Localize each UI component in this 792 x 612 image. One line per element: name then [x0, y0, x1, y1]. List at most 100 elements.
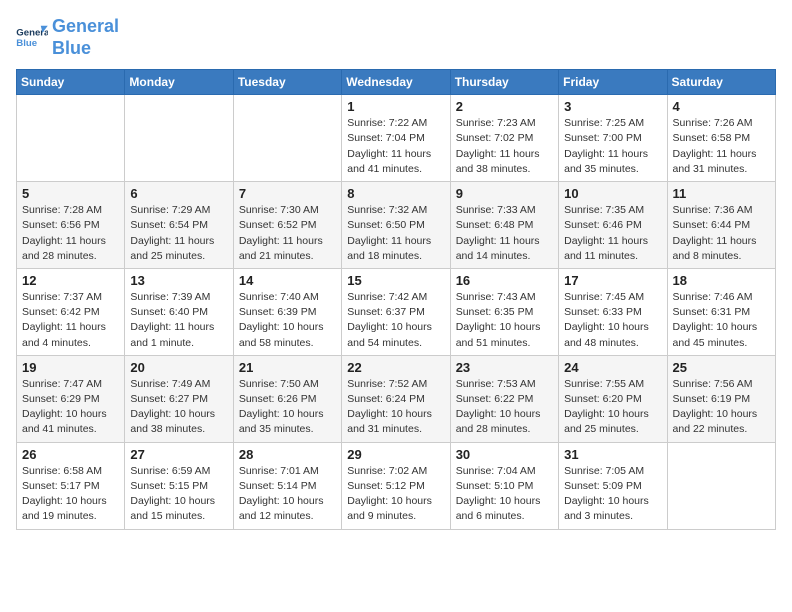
calendar-cell: 7 Sunrise: 7:30 AM Sunset: 6:52 PM Daylig…: [233, 182, 341, 269]
calendar-cell: [233, 95, 341, 182]
header-tuesday: Tuesday: [233, 70, 341, 95]
calendar-cell: 15 Sunrise: 7:42 AM Sunset: 6:37 PM Dayli…: [342, 268, 450, 355]
calendar-cell: 24 Sunrise: 7:55 AM Sunset: 6:20 PM Dayli…: [559, 355, 667, 442]
day-info: Sunrise: 7:56 AM Sunset: 6:19 PM Dayligh…: [673, 377, 770, 438]
day-number: 10: [564, 186, 661, 201]
day-number: 1: [347, 99, 444, 114]
day-number: 5: [22, 186, 119, 201]
day-number: 14: [239, 273, 336, 288]
logo-icon: General Blue: [16, 24, 48, 52]
calendar: SundayMondayTuesdayWednesdayThursdayFrid…: [16, 69, 776, 529]
day-info: Sunrise: 6:59 AM Sunset: 5:15 PM Dayligh…: [130, 464, 227, 525]
header-saturday: Saturday: [667, 70, 775, 95]
header-monday: Monday: [125, 70, 233, 95]
day-number: 31: [564, 447, 661, 462]
day-info: Sunrise: 7:23 AM Sunset: 7:02 PM Dayligh…: [456, 116, 553, 177]
day-info: Sunrise: 7:32 AM Sunset: 6:50 PM Dayligh…: [347, 203, 444, 264]
calendar-cell: 27 Sunrise: 6:59 AM Sunset: 5:15 PM Dayli…: [125, 442, 233, 529]
day-info: Sunrise: 7:40 AM Sunset: 6:39 PM Dayligh…: [239, 290, 336, 351]
calendar-cell: 26Sunrise: 6:58 AM Sunset: 5:17 PM Dayli…: [17, 442, 125, 529]
page-header: General Blue GeneralBlue: [16, 16, 776, 59]
day-number: 29: [347, 447, 444, 462]
calendar-cell: [125, 95, 233, 182]
day-number: 18: [673, 273, 770, 288]
calendar-cell: 5 Sunrise: 7:28 AM Sunset: 6:56 PM Daylig…: [17, 182, 125, 269]
day-number: 11: [673, 186, 770, 201]
calendar-cell: 19Sunrise: 7:47 AM Sunset: 6:29 PM Dayli…: [17, 355, 125, 442]
day-info: Sunrise: 7:05 AM Sunset: 5:09 PM Dayligh…: [564, 464, 661, 525]
day-info: Sunrise: 7:35 AM Sunset: 6:46 PM Dayligh…: [564, 203, 661, 264]
calendar-cell: 22Sunrise: 7:52 AM Sunset: 6:24 PM Dayli…: [342, 355, 450, 442]
calendar-cell: 9 Sunrise: 7:33 AM Sunset: 6:48 PM Daylig…: [450, 182, 558, 269]
day-info: Sunrise: 7:45 AM Sunset: 6:33 PM Dayligh…: [564, 290, 661, 351]
day-number: 17: [564, 273, 661, 288]
calendar-cell: 31 Sunrise: 7:05 AM Sunset: 5:09 PM Dayli…: [559, 442, 667, 529]
calendar-cell: 13Sunrise: 7:39 AM Sunset: 6:40 PM Dayli…: [125, 268, 233, 355]
calendar-cell: [667, 442, 775, 529]
day-info: Sunrise: 7:28 AM Sunset: 6:56 PM Dayligh…: [22, 203, 119, 264]
day-info: Sunrise: 7:49 AM Sunset: 6:27 PM Dayligh…: [130, 377, 227, 438]
day-info: Sunrise: 7:26 AM Sunset: 6:58 PM Dayligh…: [673, 116, 770, 177]
day-info: Sunrise: 7:04 AM Sunset: 5:10 PM Dayligh…: [456, 464, 553, 525]
calendar-cell: 2 Sunrise: 7:23 AM Sunset: 7:02 PM Daylig…: [450, 95, 558, 182]
header-wednesday: Wednesday: [342, 70, 450, 95]
calendar-cell: 28 Sunrise: 7:01 AM Sunset: 5:14 PM Dayli…: [233, 442, 341, 529]
header-friday: Friday: [559, 70, 667, 95]
day-info: Sunrise: 7:36 AM Sunset: 6:44 PM Dayligh…: [673, 203, 770, 264]
logo-text: GeneralBlue: [52, 16, 119, 59]
day-info: Sunrise: 7:02 AM Sunset: 5:12 PM Dayligh…: [347, 464, 444, 525]
day-info: Sunrise: 7:50 AM Sunset: 6:26 PM Dayligh…: [239, 377, 336, 438]
day-info: Sunrise: 7:53 AM Sunset: 6:22 PM Dayligh…: [456, 377, 553, 438]
day-number: 30: [456, 447, 553, 462]
day-number: 23: [456, 360, 553, 375]
week-row-2: 5 Sunrise: 7:28 AM Sunset: 6:56 PM Daylig…: [17, 182, 776, 269]
logo: General Blue GeneralBlue: [16, 16, 119, 59]
day-info: Sunrise: 7:01 AM Sunset: 5:14 PM Dayligh…: [239, 464, 336, 525]
day-info: Sunrise: 7:47 AM Sunset: 6:29 PM Dayligh…: [22, 377, 119, 438]
day-number: 3: [564, 99, 661, 114]
day-number: 8: [347, 186, 444, 201]
day-number: 2: [456, 99, 553, 114]
calendar-cell: 30 Sunrise: 7:04 AM Sunset: 5:10 PM Dayli…: [450, 442, 558, 529]
week-row-5: 26Sunrise: 6:58 AM Sunset: 5:17 PM Dayli…: [17, 442, 776, 529]
calendar-cell: 10 Sunrise: 7:35 AM Sunset: 6:46 PM Dayli…: [559, 182, 667, 269]
svg-text:Blue: Blue: [16, 37, 37, 48]
day-number: 20: [130, 360, 227, 375]
calendar-cell: 3 Sunrise: 7:25 AM Sunset: 7:00 PM Daylig…: [559, 95, 667, 182]
calendar-cell: 16Sunrise: 7:43 AM Sunset: 6:35 PM Dayli…: [450, 268, 558, 355]
day-number: 27: [130, 447, 227, 462]
day-number: 12: [22, 273, 119, 288]
calendar-cell: 20 Sunrise: 7:49 AM Sunset: 6:27 PM Dayli…: [125, 355, 233, 442]
calendar-cell: 29 Sunrise: 7:02 AM Sunset: 5:12 PM Dayli…: [342, 442, 450, 529]
day-number: 24: [564, 360, 661, 375]
day-number: 25: [673, 360, 770, 375]
calendar-cell: 17 Sunrise: 7:45 AM Sunset: 6:33 PM Dayli…: [559, 268, 667, 355]
calendar-cell: [17, 95, 125, 182]
day-info: Sunrise: 7:25 AM Sunset: 7:00 PM Dayligh…: [564, 116, 661, 177]
calendar-cell: 23 Sunrise: 7:53 AM Sunset: 6:22 PM Dayli…: [450, 355, 558, 442]
day-number: 7: [239, 186, 336, 201]
day-number: 21: [239, 360, 336, 375]
day-info: Sunrise: 7:42 AM Sunset: 6:37 PM Dayligh…: [347, 290, 444, 351]
day-info: Sunrise: 7:46 AM Sunset: 6:31 PM Dayligh…: [673, 290, 770, 351]
calendar-cell: 21 Sunrise: 7:50 AM Sunset: 6:26 PM Dayli…: [233, 355, 341, 442]
calendar-cell: 18 Sunrise: 7:46 AM Sunset: 6:31 PM Dayli…: [667, 268, 775, 355]
calendar-cell: 8 Sunrise: 7:32 AM Sunset: 6:50 PM Daylig…: [342, 182, 450, 269]
day-number: 9: [456, 186, 553, 201]
day-number: 13: [130, 273, 227, 288]
calendar-cell: 14 Sunrise: 7:40 AM Sunset: 6:39 PM Dayli…: [233, 268, 341, 355]
day-info: Sunrise: 7:37 AM Sunset: 6:42 PM Dayligh…: [22, 290, 119, 351]
day-number: 26: [22, 447, 119, 462]
day-number: 15: [347, 273, 444, 288]
day-info: Sunrise: 7:30 AM Sunset: 6:52 PM Dayligh…: [239, 203, 336, 264]
day-info: Sunrise: 7:29 AM Sunset: 6:54 PM Dayligh…: [130, 203, 227, 264]
day-number: 28: [239, 447, 336, 462]
week-row-1: 1Sunrise: 7:22 AM Sunset: 7:04 PM Daylig…: [17, 95, 776, 182]
day-number: 6: [130, 186, 227, 201]
calendar-cell: 11 Sunrise: 7:36 AM Sunset: 6:44 PM Dayli…: [667, 182, 775, 269]
calendar-header-row: SundayMondayTuesdayWednesdayThursdayFrid…: [17, 70, 776, 95]
day-info: Sunrise: 7:55 AM Sunset: 6:20 PM Dayligh…: [564, 377, 661, 438]
day-info: Sunrise: 7:33 AM Sunset: 6:48 PM Dayligh…: [456, 203, 553, 264]
week-row-4: 19Sunrise: 7:47 AM Sunset: 6:29 PM Dayli…: [17, 355, 776, 442]
header-thursday: Thursday: [450, 70, 558, 95]
